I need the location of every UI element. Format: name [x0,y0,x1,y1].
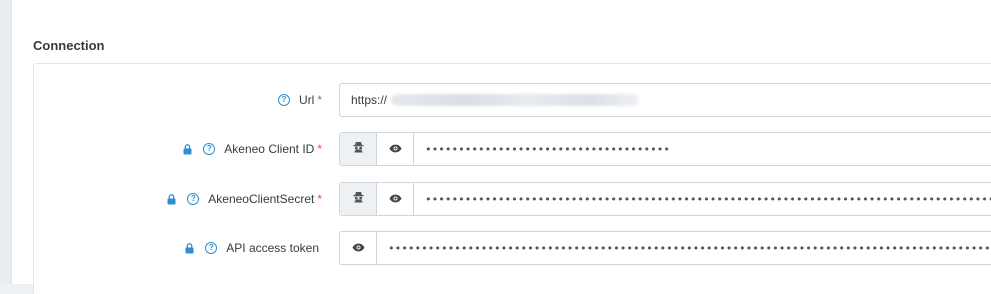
connection-form: ? Url * https:// ? Akeneo Client ID * ••… [33,63,991,294]
eye-icon [389,140,402,158]
client-id-row: ? Akeneo Client ID * •••••••••••••••••••… [34,132,991,166]
client-secret-field[interactable]: ••••••••••••••••••••••••••••••••••••••••… [414,183,991,215]
client-secret-input: ••••••••••••••••••••••••••••••••••••••••… [339,182,991,216]
url-input[interactable]: https:// [339,83,991,117]
show-secret-button[interactable] [377,183,414,215]
show-secret-button[interactable] [377,133,414,165]
lock-icon [183,143,192,155]
url-value: https:// [351,93,388,107]
left-sidebar-edge [0,0,12,284]
help-icon[interactable]: ? [187,193,200,205]
client-secret-row: ? AkeneoClientSecret * •••••••••••••••••… [34,182,991,216]
show-secret-button[interactable] [340,232,377,264]
help-icon[interactable]: ? [203,143,216,155]
api-token-input: ••••••••••••••••••••••••••••••••••••••••… [339,231,991,265]
lock-icon [185,242,194,254]
client-secret-value: ••••••••••••••••••••••••••••••••••••••••… [425,192,991,206]
api-token-label-text: API access token [226,241,319,255]
client-id-label-text: Akeneo Client ID [224,142,315,156]
help-icon[interactable]: ? [278,94,290,106]
incognito-icon [353,140,364,158]
url-label: ? Url * [278,83,322,117]
client-id-label: ? Akeneo Client ID * [183,132,322,166]
required-marker: * [317,93,322,107]
incognito-button[interactable] [340,183,377,215]
eye-icon [389,190,402,208]
section-title: Connection [33,38,105,53]
client-id-value: ••••••••••••••••••••••••••••••••••••• [425,142,671,156]
help-icon[interactable]: ? [205,242,218,254]
api-token-label: ? API access token [185,231,322,265]
url-label-text: Url [299,93,315,107]
lock-icon [167,193,176,205]
required-marker: * [317,142,322,156]
client-secret-label: ? AkeneoClientSecret * [167,182,322,216]
client-secret-label-text: AkeneoClientSecret [208,192,315,206]
client-id-field[interactable]: ••••••••••••••••••••••••••••••••••••• [414,133,991,165]
client-id-input: ••••••••••••••••••••••••••••••••••••• [339,132,991,166]
api-token-field[interactable]: ••••••••••••••••••••••••••••••••••••••••… [377,232,991,264]
connection-panel: Connection ? Url * https:// ? Akeneo Cli… [12,0,991,294]
required-marker: * [317,192,322,206]
incognito-icon [353,190,364,208]
api-token-row: ? API access token •••••••••••••••••••••… [34,231,991,265]
incognito-button[interactable] [340,133,377,165]
eye-icon [352,239,365,257]
url-value-blurred [391,94,640,106]
url-row: ? Url * https:// [34,83,991,117]
api-token-value: ••••••••••••••••••••••••••••••••••••••••… [388,241,991,255]
